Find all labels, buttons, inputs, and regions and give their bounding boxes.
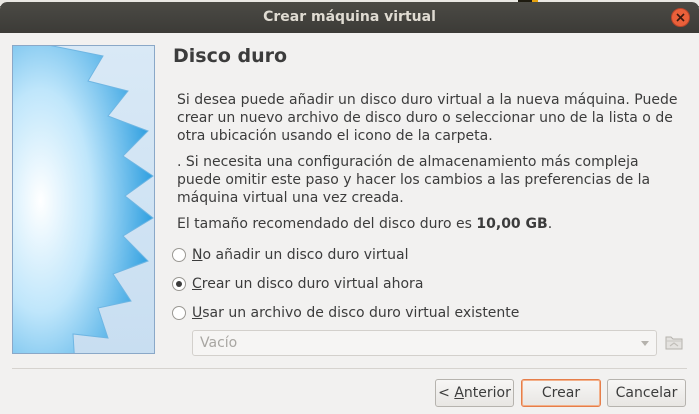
back-button[interactable]: < Anterior bbox=[435, 379, 514, 407]
cancel-button[interactable]: Cancelar bbox=[607, 379, 686, 407]
radio-label-existing-disk: Usar un archivo de disco duro virtual ex… bbox=[192, 305, 520, 321]
close-button[interactable] bbox=[671, 8, 690, 27]
chevron-down-icon bbox=[641, 341, 649, 346]
recommended-size-suffix: . bbox=[547, 216, 553, 232]
existing-disk-select[interactable]: Vacío bbox=[192, 330, 657, 356]
radio-button-create-disk[interactable] bbox=[172, 277, 186, 291]
radio-label-no-disk: No añadir un disco duro virtual bbox=[192, 247, 409, 263]
recommended-size-text: El tamaño recomendado del disco duro es … bbox=[177, 215, 685, 233]
radio-create-disk[interactable]: Crear un disco duro virtual ahora bbox=[172, 274, 423, 294]
close-icon bbox=[676, 13, 685, 22]
radio-existing-disk[interactable]: Usar un archivo de disco duro virtual ex… bbox=[172, 303, 519, 323]
advanced-note-paragraph: . Si necesita una configuración de almac… bbox=[177, 154, 651, 206]
radio-no-disk[interactable]: No añadir un disco duro virtual bbox=[172, 245, 408, 265]
dialog-window: Crear máquina virtual Disco duro Si dese… bbox=[0, 2, 699, 414]
radio-button-no-disk[interactable] bbox=[172, 248, 186, 262]
title-bar[interactable]: Crear máquina virtual bbox=[0, 2, 699, 33]
create-button[interactable]: Crear bbox=[521, 379, 601, 407]
recommended-size-value: 10,00 GB bbox=[476, 216, 548, 232]
intro-paragraph: Si desea puede añadir un disco duro virt… bbox=[177, 92, 678, 144]
page-title: Disco duro bbox=[173, 45, 288, 67]
folder-icon bbox=[665, 336, 683, 350]
wizard-watermark-image bbox=[12, 45, 155, 354]
existing-disk-select-value: Vacío bbox=[200, 335, 238, 351]
button-separator bbox=[12, 368, 687, 369]
radio-label-create-disk: Crear un disco duro virtual ahora bbox=[192, 276, 424, 292]
window-title: Crear máquina virtual bbox=[263, 9, 436, 25]
recommended-size-prefix: El tamaño recomendado del disco duro es bbox=[177, 216, 477, 232]
radio-button-existing-disk[interactable] bbox=[172, 306, 186, 320]
choose-disk-file-button[interactable] bbox=[665, 332, 683, 352]
